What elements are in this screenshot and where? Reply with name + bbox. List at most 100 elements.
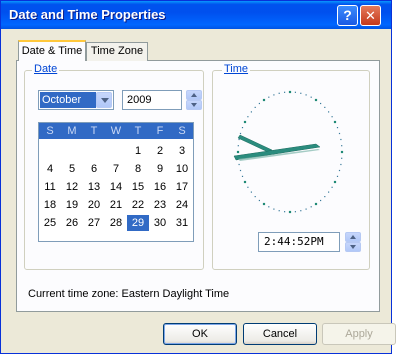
help-icon[interactable]: ? <box>337 5 358 26</box>
clock-minute-mark <box>273 94 275 96</box>
calendar-day[interactable]: 26 <box>61 215 83 231</box>
calendar-day[interactable]: 9 <box>149 161 171 177</box>
time-group-label: Time <box>222 63 251 75</box>
clock-minute-mark <box>239 169 242 172</box>
calendar-day[interactable]: 12 <box>61 179 83 195</box>
calendar-day[interactable]: 5 <box>61 161 83 177</box>
time-field[interactable]: 2:44:52PM <box>258 232 340 252</box>
clock-minute-mark <box>324 106 326 108</box>
weekday-label: S <box>46 125 54 137</box>
clock-minute-mark <box>250 111 252 113</box>
clock-hour-mark <box>340 150 344 154</box>
clock-minute-mark <box>320 102 322 105</box>
calendar-weekday-header: S M TWT F S <box>39 123 193 139</box>
month-select[interactable]: October <box>38 90 114 110</box>
clock-minute-mark <box>278 210 280 212</box>
calendar-day[interactable]: 28 <box>105 215 127 231</box>
calendar-day[interactable]: 21 <box>105 197 127 213</box>
calendar-day-selected[interactable]: 29 <box>127 215 149 231</box>
clock-minute-mark <box>239 132 242 135</box>
calendar-day[interactable]: 4 <box>39 161 61 177</box>
clock-minute-mark <box>338 169 341 172</box>
spin-up-icon[interactable] <box>186 90 202 100</box>
year-spinner[interactable] <box>186 90 202 110</box>
clock-hour-mark <box>333 120 337 124</box>
calendar-day[interactable]: 25 <box>39 215 61 231</box>
month-calendar[interactable]: SMTWTFS 1 2 3 4 5 6 7 8 9 10 11 12 13 14 15 16 17 18 19 20 2… <box>38 122 194 242</box>
calendar-day[interactable]: 30 <box>149 215 171 231</box>
clock-minute-mark <box>305 94 307 96</box>
clock-minute-mark <box>331 186 333 188</box>
calendar-day[interactable]: 22 <box>127 197 149 213</box>
calendar-day[interactable]: 17 <box>171 179 193 195</box>
calendar-day[interactable]: 11 <box>39 179 61 195</box>
clock-minute-mark <box>336 127 339 129</box>
clock-minute-mark <box>320 199 322 202</box>
calendar-day[interactable]: 2 <box>149 143 171 159</box>
time-spinner[interactable] <box>345 232 361 252</box>
clock-hour-mark <box>288 210 292 214</box>
spin-down-icon[interactable] <box>345 242 361 252</box>
clock-hour-hand <box>237 134 273 153</box>
ok-button[interactable]: OK <box>163 323 237 345</box>
clock-minute-mark <box>341 145 343 147</box>
clock-hour-mark <box>262 202 266 206</box>
calendar-day[interactable]: 7 <box>105 161 127 177</box>
spin-up-icon[interactable] <box>345 232 361 242</box>
clock-minute-mark <box>324 196 326 198</box>
clock-minute-mark <box>241 127 244 129</box>
clock-minute-mark <box>294 211 296 213</box>
calendar-day[interactable]: 24 <box>171 197 193 213</box>
calendar-day[interactable]: 20 <box>83 197 105 213</box>
clock-hour-mark <box>262 98 266 102</box>
clock-minute-mark <box>294 91 296 93</box>
clock-minute-mark <box>247 116 249 118</box>
current-timezone-text: Current time zone: Eastern Daylight Time <box>28 288 230 300</box>
clock-minute-mark <box>340 163 342 166</box>
clock-minute-mark <box>340 138 342 141</box>
analog-clock <box>233 90 344 214</box>
year-field[interactable]: 2009 <box>122 90 182 110</box>
calendar-day[interactable]: 6 <box>83 161 105 177</box>
clock-minute-mark <box>241 175 244 177</box>
calendar-day[interactable]: 16 <box>149 179 171 195</box>
clock-minute-mark <box>284 211 286 213</box>
clock-minute-mark <box>254 106 256 108</box>
cancel-button[interactable]: Cancel <box>243 323 317 345</box>
clock-hour-mark <box>333 180 337 184</box>
clock-minute-mark <box>238 138 240 141</box>
clock-minute-mark <box>247 186 249 188</box>
calendar-day[interactable]: 8 <box>127 161 149 177</box>
calendar-day[interactable]: 19 <box>61 197 83 213</box>
weekday-label: T <box>90 125 98 137</box>
apply-button[interactable]: Apply <box>322 323 396 345</box>
weekday-label: F <box>156 125 164 137</box>
date-group-label: Date <box>32 63 60 75</box>
tab-time-zone[interactable]: Time Zone <box>86 42 148 61</box>
calendar-day[interactable]: 15 <box>127 179 149 195</box>
clock-hour-mark <box>243 180 247 184</box>
calendar-day[interactable]: 14 <box>105 179 127 195</box>
clock-minute-mark <box>305 208 307 210</box>
clock-minute-mark <box>273 208 275 210</box>
calendar-day[interactable]: 13 <box>83 179 105 195</box>
clock-minute-mark <box>338 132 341 135</box>
calendar-day[interactable]: 1 <box>127 143 149 159</box>
close-icon[interactable]: ✕ <box>360 5 381 26</box>
spin-down-icon[interactable] <box>186 100 202 110</box>
calendar-day[interactable]: 3 <box>171 143 193 159</box>
clock-minute-mark <box>331 116 333 118</box>
clock-minute-mark <box>250 191 252 193</box>
tab-date-time[interactable]: Date & Time <box>18 40 86 61</box>
clock-minute-mark <box>278 92 280 94</box>
clock-minute-mark <box>310 206 312 208</box>
chevron-down-icon[interactable] <box>96 92 112 108</box>
calendar-day[interactable]: 10 <box>171 161 193 177</box>
title-bar[interactable]: Date and Time Properties ? ✕ <box>1 1 391 29</box>
month-select-value: October <box>40 92 96 108</box>
clock-minute-mark <box>328 191 330 193</box>
calendar-day[interactable]: 27 <box>83 215 105 231</box>
calendar-day[interactable]: 31 <box>171 215 193 231</box>
calendar-day[interactable]: 18 <box>39 197 61 213</box>
calendar-day[interactable]: 23 <box>149 197 171 213</box>
